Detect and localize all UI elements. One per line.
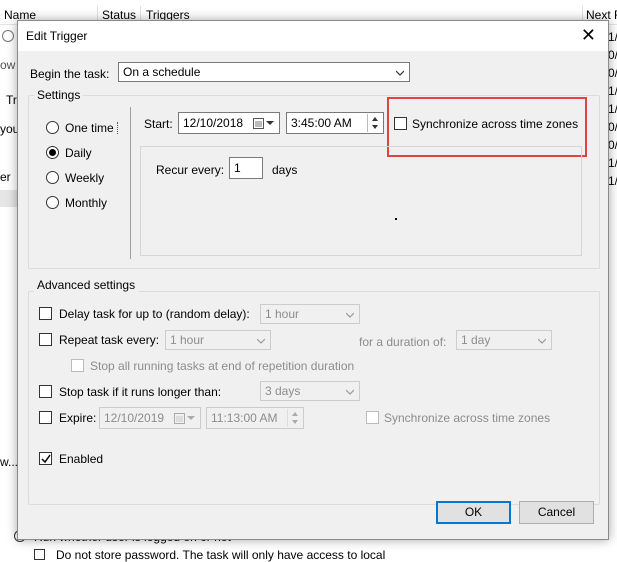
repeat-task-checkbox[interactable]	[39, 333, 52, 346]
chevron-down-icon	[346, 312, 354, 318]
chevron-down-icon	[538, 338, 546, 344]
bg-next-run-cell: 0/	[608, 48, 617, 62]
calendar-icon[interactable]	[174, 413, 196, 424]
do-not-store-password-label: Do not store password. The task will onl…	[56, 548, 386, 562]
begin-task-label: Begin the task:	[30, 67, 110, 81]
stop-task-longer-label: Stop task if it runs longer than:	[59, 385, 222, 399]
stray-dot	[395, 218, 397, 220]
calendar-icon[interactable]	[253, 118, 275, 129]
bg-next-run-cell: 1/	[608, 84, 617, 98]
spinner-arrows-icon	[292, 412, 298, 424]
delay-task-value: 1 hour	[265, 307, 300, 321]
chevron-down-icon	[346, 389, 354, 395]
option-one-time-label: One time	[65, 121, 114, 135]
recur-every-input[interactable]: 1	[229, 157, 263, 179]
expire-time-picker[interactable]: 11:13:00 AM	[206, 407, 304, 429]
start-time-value: 3:45:00 AM	[291, 116, 352, 130]
settings-divider	[130, 107, 131, 259]
option-weekly-label: Weekly	[65, 171, 105, 185]
edit-trigger-dialog: Edit Trigger ✕ Begin the task: On a sche…	[17, 20, 609, 540]
option-monthly-label: Monthly	[65, 196, 108, 210]
recur-every-value: 1	[234, 161, 241, 175]
bg-next-run-cell: 1/	[608, 174, 617, 188]
start-date-value: 12/10/2018	[183, 116, 244, 130]
bg-fragment: er	[0, 170, 11, 184]
expire-time-value: 11:13:00 AM	[211, 411, 278, 425]
repeat-task-label: Repeat task every:	[59, 333, 160, 347]
bg-next-run-cell: 1/	[608, 156, 617, 170]
delay-task-label: Delay task for up to (random delay):	[59, 307, 250, 321]
duration-label: for a duration of:	[359, 335, 447, 349]
ok-button[interactable]: OK	[436, 501, 511, 524]
repeat-task-dropdown[interactable]: 1 hour	[165, 330, 271, 350]
recur-every-label: Recur every:	[156, 163, 225, 177]
expire-sync-time-zones-checkbox[interactable]	[366, 411, 379, 424]
delay-task-checkbox[interactable]	[39, 307, 52, 320]
chevron-down-icon	[396, 70, 404, 76]
cancel-button[interactable]: Cancel	[519, 501, 594, 524]
start-time-picker[interactable]: 3:45:00 AM	[286, 112, 384, 134]
expire-checkbox[interactable]	[39, 411, 52, 424]
recur-unit-label: days	[272, 163, 298, 177]
expire-date-picker[interactable]: 12/10/2019	[99, 407, 201, 429]
duration-dropdown[interactable]: 1 day	[456, 330, 552, 350]
dialog-title: Edit Trigger	[26, 29, 88, 43]
begin-task-dropdown[interactable]: On a schedule	[118, 62, 410, 82]
radio-daily[interactable]	[46, 146, 59, 159]
clock-icon	[2, 30, 14, 42]
duration-value: 1 day	[461, 333, 491, 347]
settings-group-label: Settings	[34, 88, 84, 102]
bg-next-run-cell: 0/	[608, 66, 617, 80]
stop-task-longer-dropdown[interactable]: 3 days	[260, 381, 360, 401]
bg-next-run-cell: 1/	[608, 30, 617, 44]
stop-running-tasks-label: Stop all running tasks at end of repetit…	[90, 359, 355, 373]
option-daily-label: Daily	[65, 146, 92, 160]
bg-next-run-cell: 0/	[608, 120, 617, 134]
stop-running-tasks-checkbox[interactable]	[71, 359, 84, 372]
advanced-settings-label: Advanced settings	[34, 278, 139, 292]
enabled-label: Enabled	[59, 452, 104, 466]
bg-next-run-cell: 0/	[608, 138, 617, 152]
bg-row-highlight	[0, 190, 17, 207]
radio-one-time[interactable]	[46, 121, 59, 134]
time-spinner[interactable]	[287, 409, 302, 427]
enabled-checkbox[interactable]	[39, 452, 52, 465]
repeat-task-value: 1 hour	[170, 333, 205, 347]
checkmark-icon	[41, 454, 51, 464]
bg-fragment: Tr	[6, 93, 17, 107]
delay-task-dropdown[interactable]: 1 hour	[260, 304, 360, 324]
expire-sync-time-zones-label: Synchronize across time zones	[384, 411, 551, 425]
bg-fragment: w...	[0, 455, 19, 469]
stop-task-longer-checkbox[interactable]	[39, 385, 52, 398]
expire-date-value: 12/10/2019	[104, 411, 165, 425]
radio-monthly[interactable]	[46, 196, 59, 209]
spinner-arrows-icon	[372, 117, 378, 129]
time-spinner[interactable]	[367, 114, 382, 132]
expire-label: Expire:	[59, 411, 97, 425]
begin-task-value: On a schedule	[123, 65, 201, 79]
focus-marker	[117, 122, 119, 134]
bg-fragment: ow	[0, 58, 16, 72]
close-icon[interactable]: ✕	[581, 25, 596, 45]
radio-weekly[interactable]	[46, 171, 59, 184]
stop-task-longer-value: 3 days	[265, 384, 301, 398]
chevron-down-icon	[257, 338, 265, 344]
bg-next-run-cell: 1/	[608, 102, 617, 116]
start-label: Start:	[144, 117, 173, 131]
dialog-titlebar[interactable]: Edit Trigger ✕	[18, 21, 608, 51]
start-date-picker[interactable]: 12/10/2018	[178, 112, 280, 134]
